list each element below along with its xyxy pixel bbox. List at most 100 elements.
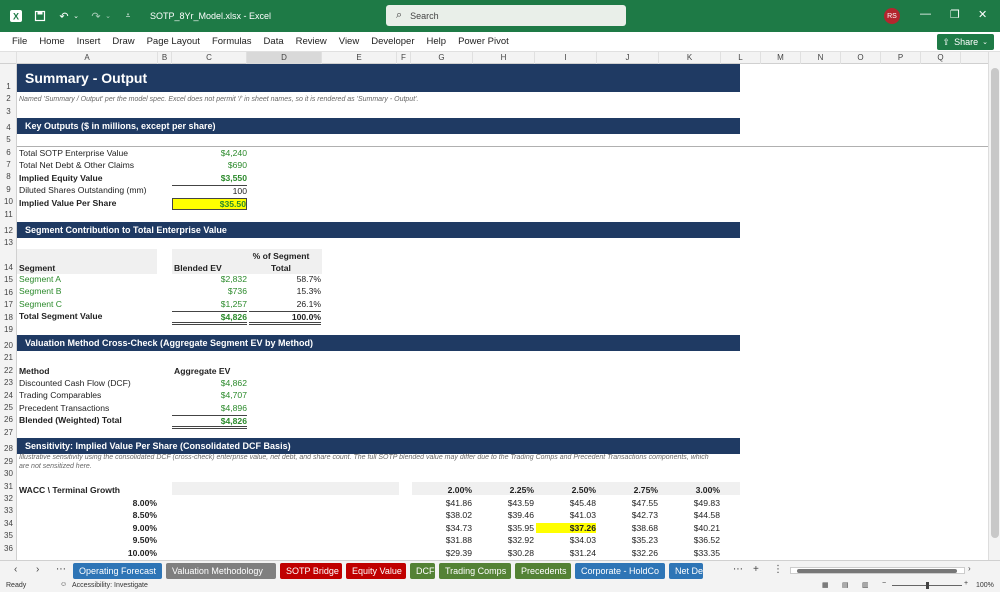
sensitivity-value[interactable]: $41.86	[412, 498, 472, 508]
normal-view-icon[interactable]: ▦	[822, 581, 829, 589]
sensitivity-value[interactable]: $43.59	[474, 498, 534, 508]
row-header-23[interactable]: 23	[0, 378, 17, 387]
horizontal-scrollbar[interactable]	[790, 567, 965, 574]
redo-icon[interactable]: ↷	[88, 8, 104, 24]
row-header-4[interactable]: 4	[0, 123, 17, 132]
row-header-30[interactable]: 30	[0, 469, 17, 478]
sheet-tab[interactable]: SOTP Bridge	[280, 563, 342, 579]
segment-total-ev[interactable]: $4,826	[172, 311, 247, 325]
sensitivity-value[interactable]: $32.26	[598, 548, 658, 558]
row-header-12[interactable]: 12	[0, 226, 17, 235]
autosave-icon[interactable]	[32, 8, 48, 24]
sensitivity-value[interactable]: $49.83	[660, 498, 720, 508]
page-break-view-icon[interactable]: ▥	[862, 581, 869, 589]
column-header-i[interactable]: I	[535, 52, 597, 64]
column-header-l[interactable]: L	[721, 52, 761, 64]
sheet-tab[interactable]: Equity Value	[346, 563, 406, 579]
row-header-1[interactable]: 1	[0, 82, 17, 91]
column-header-c[interactable]: C	[172, 52, 247, 64]
segment-ev[interactable]: $2,832	[172, 274, 247, 284]
undo-icon[interactable]: ↶	[56, 8, 72, 24]
menu-insert[interactable]: Insert	[77, 36, 101, 47]
row-header-20[interactable]: 20	[0, 341, 17, 350]
sensitivity-value[interactable]: $35.95	[474, 523, 534, 533]
redo-dropdown-icon[interactable]: ⌄	[104, 8, 112, 24]
row-header-33[interactable]: 33	[0, 506, 17, 515]
row-header-9[interactable]: 9	[0, 185, 17, 194]
sensitivity-value[interactable]: $37.26	[536, 522, 596, 533]
row-header-8[interactable]: 8	[0, 172, 17, 181]
row-header-35[interactable]: 35	[0, 531, 17, 540]
sheet-tab[interactable]: Net Deb	[669, 563, 703, 579]
segment-total-pct[interactable]: 100.0%	[249, 311, 321, 325]
method-ev[interactable]: $4,862	[172, 378, 247, 388]
method-ev[interactable]: $4,707	[172, 390, 247, 400]
segment-ev[interactable]: $736	[172, 286, 247, 296]
menu-data[interactable]: Data	[264, 36, 284, 47]
row-header-18[interactable]: 18	[0, 313, 17, 322]
key-output-value[interactable]: $35.50	[172, 197, 247, 210]
row-header-21[interactable]: 21	[0, 353, 17, 362]
row-header-19[interactable]: 19	[0, 325, 17, 334]
menu-developer[interactable]: Developer	[371, 36, 414, 47]
sensitivity-value[interactable]: $31.88	[412, 535, 472, 545]
sheet-options-icon[interactable]: ⋮	[773, 564, 783, 575]
key-output-value[interactable]: 100	[172, 185, 247, 196]
sensitivity-value[interactable]: $34.73	[412, 523, 472, 533]
sensitivity-value[interactable]: $35.23	[598, 535, 658, 545]
row-header-26[interactable]: 26	[0, 415, 17, 424]
menu-power-pivot[interactable]: Power Pivot	[458, 36, 509, 47]
row-header-14[interactable]: 14	[0, 263, 17, 272]
row-header-32[interactable]: 32	[0, 494, 17, 503]
row-header-24[interactable]: 24	[0, 391, 17, 400]
page-layout-view-icon[interactable]: ▤	[842, 581, 849, 589]
add-sheet-icon[interactable]: +	[753, 564, 759, 575]
column-header-a[interactable]: A	[17, 52, 158, 64]
menu-help[interactable]: Help	[427, 36, 447, 47]
sensitivity-value[interactable]: $38.02	[412, 510, 472, 520]
avatar[interactable]: RS	[884, 8, 900, 24]
sensitivity-value[interactable]: $42.73	[598, 510, 658, 520]
method-ev[interactable]: $4,896	[172, 403, 247, 413]
undo-dropdown-icon[interactable]: ⌄	[72, 8, 80, 24]
row-header-29[interactable]: 29	[0, 457, 17, 466]
menu-draw[interactable]: Draw	[112, 36, 134, 47]
key-output-value[interactable]: $4,240	[172, 148, 247, 158]
row-header-11[interactable]: 11	[0, 210, 17, 219]
column-header-f[interactable]: F	[397, 52, 411, 64]
row-header-16[interactable]: 16	[0, 288, 17, 297]
zoom-level[interactable]: 100%	[976, 582, 994, 589]
sheet-tab[interactable]: Valuation Methodology	[166, 563, 276, 579]
worksheet-grid[interactable]: Summary - Output Named 'Summary / Output…	[17, 64, 988, 560]
column-header-q[interactable]: Q	[921, 52, 961, 64]
row-header-6[interactable]: 6	[0, 148, 17, 157]
zoom-out-icon[interactable]: −	[882, 580, 886, 587]
sensitivity-value[interactable]: $33.35	[660, 548, 720, 558]
sensitivity-value[interactable]: $32.92	[474, 535, 534, 545]
more-sheets-icon[interactable]: ⋯	[56, 564, 66, 575]
next-sheet-icon[interactable]: ›	[36, 564, 39, 575]
segment-pct[interactable]: 15.3%	[249, 286, 321, 296]
row-header-3[interactable]: 3	[0, 107, 17, 116]
menu-review[interactable]: Review	[296, 36, 327, 47]
restore-icon[interactable]: ❐	[950, 8, 960, 21]
row-header-7[interactable]: 7	[0, 160, 17, 169]
sensitivity-value[interactable]: $40.21	[660, 523, 720, 533]
column-header-m[interactable]: M	[761, 52, 801, 64]
row-header-10[interactable]: 10	[0, 197, 17, 206]
segment-pct[interactable]: 58.7%	[249, 274, 321, 284]
column-header-d[interactable]: D	[247, 52, 322, 64]
sheet-tab[interactable]: Operating Forecast	[73, 563, 162, 579]
horizontal-scroll-thumb[interactable]	[797, 569, 957, 573]
column-header-k[interactable]: K	[659, 52, 721, 64]
menu-home[interactable]: Home	[39, 36, 64, 47]
share-button[interactable]: ⇪ Share ⌄	[936, 34, 994, 50]
row-header-28[interactable]: 28	[0, 444, 17, 453]
crosscheck-total-ev[interactable]: $4,826	[172, 415, 247, 429]
menu-formulas[interactable]: Formulas	[212, 36, 252, 47]
column-header-h[interactable]: H	[473, 52, 535, 64]
segment-ev[interactable]: $1,257	[172, 299, 247, 309]
minimize-icon[interactable]: —	[920, 8, 931, 20]
sheet-tab[interactable]: DCF	[410, 563, 435, 579]
sensitivity-value[interactable]: $36.52	[660, 535, 720, 545]
